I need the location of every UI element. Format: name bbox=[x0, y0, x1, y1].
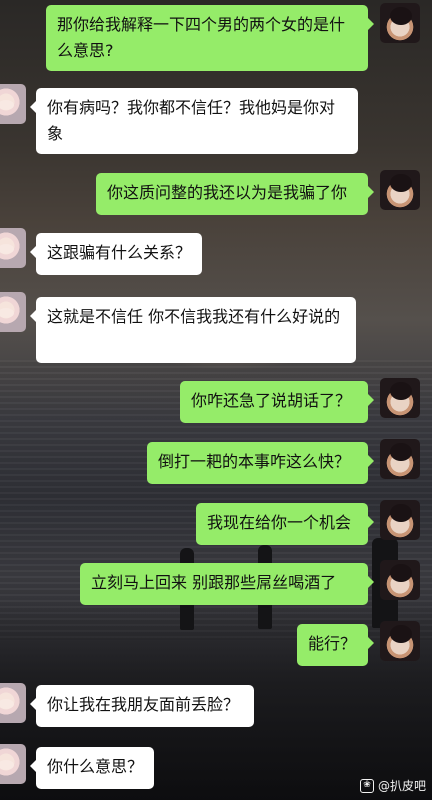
message-bubble[interactable]: 你咋还急了说胡话了？ bbox=[180, 381, 374, 423]
message-bubble[interactable]: 能行？ bbox=[297, 624, 374, 666]
message-bubble[interactable]: 你什么意思？ bbox=[30, 747, 154, 789]
message-bubble[interactable]: 你让我在我朋友面前丢脸？ bbox=[30, 685, 254, 727]
message-bubble[interactable]: 你有病吗？我你都不信任？我他妈是你对象 bbox=[30, 88, 358, 154]
user-avatar[interactable] bbox=[380, 439, 420, 479]
message-bubble[interactable]: 那你给我解释一下四个男的两个女的是什么意思? bbox=[46, 5, 374, 71]
watermark: ❀ @扒皮吧 bbox=[359, 777, 426, 794]
paw-icon: ❀ bbox=[359, 778, 374, 793]
message-bubble[interactable]: 我现在给你一个机会 bbox=[196, 503, 374, 545]
contact-avatar[interactable] bbox=[0, 744, 26, 784]
user-avatar[interactable] bbox=[380, 170, 420, 210]
user-avatar[interactable] bbox=[380, 378, 420, 418]
message-bubble[interactable]: 这跟骗有什么关系？ bbox=[30, 233, 202, 275]
user-avatar[interactable] bbox=[380, 500, 420, 540]
contact-avatar[interactable] bbox=[0, 84, 26, 124]
message-bubble[interactable]: 立刻马上回来 别跟那些屌丝喝酒了 bbox=[80, 563, 374, 605]
contact-avatar[interactable] bbox=[0, 292, 26, 332]
message-bubble[interactable]: 这就是不信任 你不信我我还有什么好说的 bbox=[30, 297, 356, 363]
contact-avatar[interactable] bbox=[0, 683, 26, 723]
user-avatar[interactable] bbox=[380, 560, 420, 600]
message-bubble[interactable]: 你这质问整的我还以为是我骗了你 bbox=[96, 173, 374, 215]
contact-avatar[interactable] bbox=[0, 228, 26, 268]
message-bubble[interactable]: 倒打一耙的本事咋这么快？ bbox=[147, 442, 374, 484]
user-avatar[interactable] bbox=[380, 621, 420, 661]
user-avatar[interactable] bbox=[380, 3, 420, 43]
watermark-text: @扒皮吧 bbox=[377, 779, 426, 793]
